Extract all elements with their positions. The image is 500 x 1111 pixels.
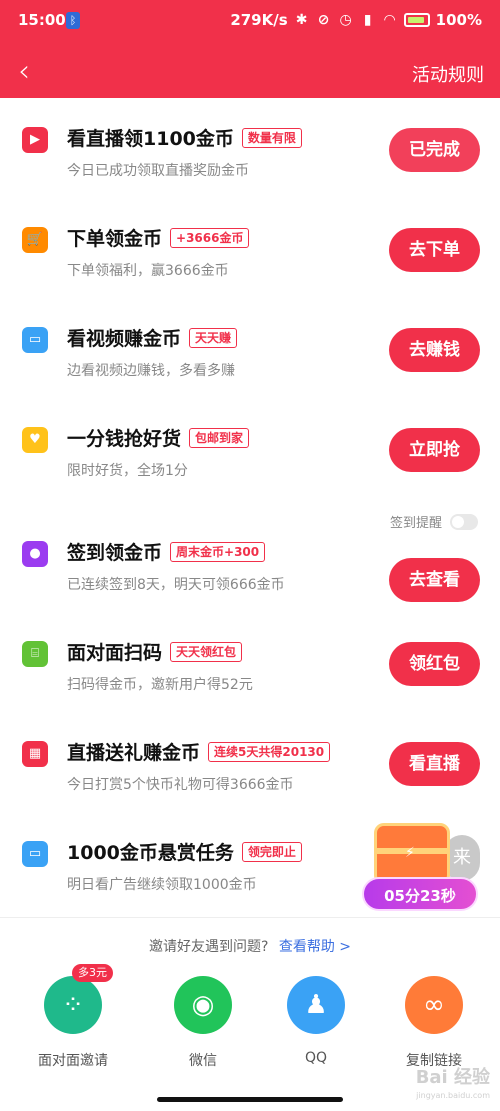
qq-icon[interactable]: ♟ (287, 976, 345, 1034)
task-action-button[interactable]: 看直播 (389, 742, 480, 786)
baidu-watermark-url: jingyan.baidu.com (416, 1091, 490, 1100)
task-row: ▦ 直播送礼赚金币 连续5天共得20130 今日打赏5个快币礼物可得3666金币 看直播 (0, 714, 500, 814)
share-option[interactable]: ♟ QQ (256, 976, 376, 1066)
share-option[interactable]: ∞ 复制链接 (374, 976, 494, 1070)
share-option-label: 微信 (189, 1053, 217, 1069)
link-icon[interactable]: ∞ (405, 976, 463, 1034)
task-action-button[interactable]: 领红包 (389, 642, 480, 686)
task-title: 1000金币悬赏任务 (67, 842, 234, 864)
task-description: 今日已成功领取直播奖励金币 (67, 163, 249, 179)
task-title: 看视频赚金币 (67, 328, 182, 350)
task-title-row: 面对面扫码 天天领红包 (67, 638, 243, 665)
wifi-icon: ◠ (384, 12, 396, 28)
task-title-row: 一分钱抢好货 包邮到家 (67, 424, 250, 451)
grid-icon[interactable]: ⁘ 多3元 (44, 964, 113, 1034)
task-row: ▭ 看视频赚金币 天天赚边看视频边赚钱，多看多赚 去赚钱 (0, 300, 500, 400)
top-bar: 15:00 ᛒ 279K/s ✱ ⊘ ◷ ▮ ◠ 100% ‹ 活动规则 (0, 0, 500, 98)
network-speed: 279K/s (230, 11, 288, 29)
back-icon[interactable]: ‹ (18, 55, 44, 89)
help-link[interactable]: 查看帮助 > (279, 939, 351, 955)
treasure-chest-widget[interactable]: 来 ⚡ 05分23秒 (360, 815, 480, 920)
status-time: 15:00 (18, 11, 66, 29)
task-tag: 包邮到家 (189, 428, 250, 448)
share-badge: 多3元 (72, 964, 113, 982)
cart-icon: 🛒 (22, 227, 48, 253)
task-description: 限时好货，全场1分 (67, 463, 188, 479)
task-action-button[interactable]: 去赚钱 (389, 328, 480, 372)
task-title-row: 签到领金币 周末金币+300 (67, 538, 266, 565)
tv-icon: ▭ (22, 327, 48, 353)
task-description: 今日打赏5个快币礼物可得3666金币 (67, 777, 294, 793)
lightning-icon: ⚡ (405, 845, 415, 861)
task-action-button[interactable]: 已完成 (389, 128, 480, 172)
bluetooth-icon: ✱ (295, 12, 308, 28)
task-title-row: 看直播领1100金币 数量有限 (67, 124, 302, 151)
battery-percent: 100% (435, 11, 482, 29)
task-title: 一分钱抢好货 (67, 428, 182, 450)
task-row: ⌸ 面对面扫码 天天领红包扫码得金币，邀新用户得52元 领红包 (0, 614, 500, 714)
share-option-label: QQ (304, 1050, 328, 1066)
checkin-reminder: 签到提醒 (390, 512, 478, 531)
scan-icon: ⌸ (22, 641, 48, 667)
help-row: 邀请好友遇到问题? 查看帮助 > (0, 936, 500, 956)
activity-rules-link[interactable]: 活动规则 (412, 61, 484, 87)
task-title: 直播送礼赚金币 (67, 742, 201, 764)
signal-icon: ▮ (363, 12, 372, 28)
share-option[interactable]: ⁘ 多3元面对面邀请 (13, 964, 133, 1070)
nav-bar: ‹ 活动规则 (0, 50, 500, 94)
chest-countdown: 05分23秒 (362, 877, 478, 911)
status-bar: 15:00 ᛒ 279K/s ✱ ⊘ ◷ ▮ ◠ 100% (0, 0, 500, 40)
task-tag: 周末金币+300 (170, 542, 266, 562)
app-notification-icon: ᛒ (66, 12, 80, 29)
task-description: 明日看广告继续领取1000金币 (67, 877, 257, 893)
location-pin-icon: ● (22, 541, 48, 567)
task-description: 扫码得金币，邀新用户得52元 (67, 677, 253, 693)
live-tv-icon: ▶ (22, 127, 48, 153)
task-title: 下单领金币 (67, 228, 163, 250)
task-tag: +3666金币 (170, 228, 250, 248)
task-title-row: 下单领金币 +3666金币 (67, 224, 250, 251)
task-title-row: 看视频赚金币 天天赚 (67, 324, 238, 351)
task-action-button[interactable]: 去下单 (389, 228, 480, 272)
task-tag: 连续5天共得20130 (208, 742, 331, 762)
task-description: 已连续签到8天，明天可领666金币 (67, 577, 285, 593)
task-title-row: 直播送礼赚金币 连续5天共得20130 (67, 738, 331, 765)
task-tag: 数量有限 (241, 128, 302, 148)
help-text: 邀请好友遇到问题? (148, 939, 269, 955)
live-gift-icon: ▦ (22, 741, 48, 767)
task-title-row: 1000金币悬赏任务 领完即止 (67, 838, 302, 865)
task-tag: 领完即止 (241, 842, 302, 862)
alarm-icon: ◷ (339, 12, 352, 28)
task-title: 签到领金币 (67, 542, 163, 564)
home-indicator[interactable] (157, 1097, 343, 1102)
checkin-reminder-toggle[interactable] (450, 513, 478, 530)
task-tag: 天天赚 (189, 328, 238, 348)
task-description: 下单领福利，赢3666金币 (67, 263, 229, 279)
task-action-button[interactable]: 立即抢 (389, 428, 480, 472)
checkin-reminder-label: 签到提醒 (389, 516, 442, 531)
task-row: 🛒 下单领金币 +3666金币下单领福利，赢3666金币 去下单 (0, 200, 500, 300)
share-option[interactable]: ◉ 微信 (143, 976, 263, 1070)
wechat-icon[interactable]: ◉ (174, 976, 232, 1034)
baidu-watermark: Bai 经验 (415, 1067, 490, 1088)
task-tag: 天天领红包 (170, 642, 243, 662)
tv-icon: ▭ (22, 841, 48, 867)
status-right: 279K/s ✱ ⊘ ◷ ▮ ◠ 100% (230, 11, 482, 29)
task-row: ▶ 看直播领1100金币 数量有限今日已成功领取直播奖励金币 已完成 (0, 100, 500, 200)
task-title: 面对面扫码 (67, 642, 163, 664)
mute-icon: ⊘ (317, 12, 330, 28)
task-description: 边看视频边赚钱，多看多赚 (67, 363, 235, 379)
task-action-button[interactable]: 去查看 (389, 558, 480, 602)
task-title: 看直播领1100金币 (67, 128, 234, 150)
task-row: ♥ 一分钱抢好货 包邮到家 限时好货，全场1分 立即抢 (0, 400, 500, 500)
battery-icon (403, 13, 430, 27)
shopping-bag-icon: ♥ (22, 427, 48, 453)
share-option-label: 面对面邀请 (38, 1053, 108, 1069)
